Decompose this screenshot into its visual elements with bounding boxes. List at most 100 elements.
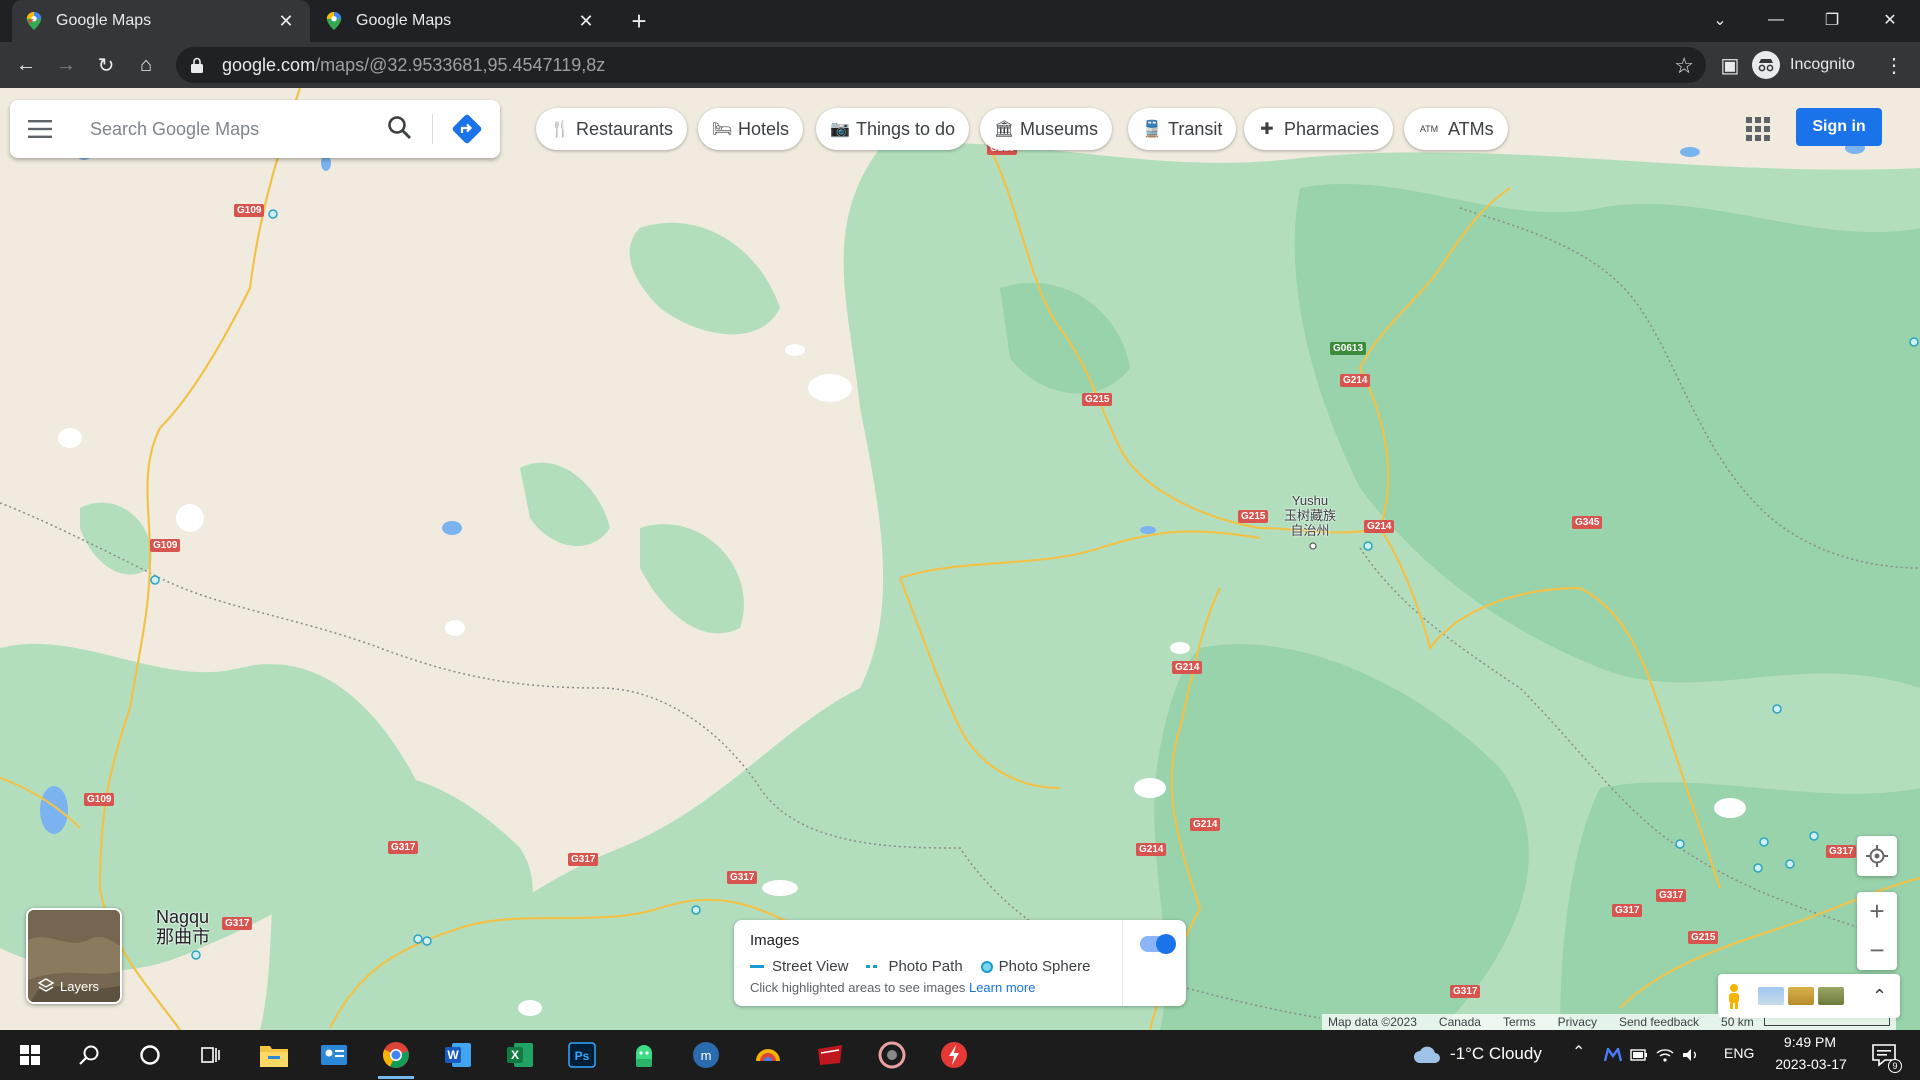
road-label-g317: G317 <box>1826 845 1857 858</box>
green-robot-app-icon[interactable] <box>624 1035 664 1075</box>
chip-museums[interactable]: 🏛 Museums <box>980 108 1113 150</box>
windows-start-icon[interactable] <box>10 1035 50 1075</box>
bookmark-star-icon[interactable]: ☆ <box>1674 53 1694 79</box>
divider <box>432 114 433 144</box>
incognito-profile[interactable]: Incognito <box>1752 48 1855 82</box>
clock-time[interactable]: 9:49 PM <box>1770 1034 1850 1050</box>
window-close-button[interactable]: ✕ <box>1862 0 1918 40</box>
search-icon[interactable] <box>386 114 414 142</box>
cloudy-weather-icon[interactable] <box>1410 1035 1444 1075</box>
images-legend: Street View Photo Path Photo Sphere <box>750 958 1090 975</box>
privacy-link[interactable]: Privacy <box>1558 1015 1597 1029</box>
map-canvas[interactable]: G109 G109 G109 G109 G215 G215 G215 G0613… <box>0 88 1920 1030</box>
show-hidden-icons-chevron-icon[interactable]: ⌃ <box>1572 1042 1585 1062</box>
chip-pharmacies[interactable]: ✚ Pharmacies <box>1244 108 1394 150</box>
imagery-thumbnail[interactable] <box>1758 987 1784 1005</box>
task-view-icon[interactable] <box>190 1035 230 1075</box>
expand-chevron-icon[interactable]: ⌃ <box>1872 986 1887 1007</box>
country-link[interactable]: Canada <box>1439 1015 1481 1029</box>
chip-things-to-do[interactable]: 📷 Things to do <box>816 108 970 150</box>
address-bar[interactable]: google.com/maps/@32.9533681,95.4547119,8… <box>176 47 1706 83</box>
blue-m-app-icon[interactable]: m <box>686 1035 726 1075</box>
wifi-icon[interactable] <box>1652 1035 1678 1075</box>
word-icon[interactable]: W <box>438 1035 478 1075</box>
speaker-icon[interactable] <box>1678 1035 1704 1075</box>
media-player-icon[interactable] <box>872 1035 912 1075</box>
road-label-g317: G317 <box>727 871 758 884</box>
layers-label-row: Layers <box>38 978 99 994</box>
road-label-g317: G317 <box>388 841 419 854</box>
file-explorer-icon[interactable] <box>254 1035 294 1075</box>
atm-icon: ATM <box>1419 124 1439 134</box>
chrome-icon[interactable] <box>376 1035 416 1079</box>
directions-icon[interactable] <box>450 112 484 146</box>
battery-icon[interactable] <box>1626 1035 1652 1075</box>
minimize-button[interactable]: — <box>1748 0 1804 40</box>
weather-text[interactable]: -1°C Cloudy <box>1450 1044 1542 1064</box>
hamburger-menu-icon[interactable] <box>10 100 70 158</box>
side-panel-icon[interactable]: ▣ <box>1714 49 1746 81</box>
svg-text:Ps: Ps <box>575 1049 590 1063</box>
forward-button[interactable]: → <box>50 49 82 81</box>
imagery-thumbnail[interactable] <box>1818 987 1844 1005</box>
imagery-thumbnail[interactable] <box>1788 987 1814 1005</box>
chip-restaurants[interactable]: 🍴 Restaurants <box>536 108 688 150</box>
red-game-app-icon[interactable] <box>810 1035 850 1075</box>
chip-label: Restaurants <box>576 118 674 139</box>
svg-text:X: X <box>511 1048 519 1062</box>
camera-icon: 📷 <box>830 121 850 138</box>
road-label-g214: G214 <box>1364 520 1395 533</box>
learn-more-link[interactable]: Learn more <box>969 980 1035 995</box>
back-button[interactable]: ← <box>10 49 42 81</box>
place-label-nagqu[interactable]: Nagqu 那曲市 <box>156 907 210 947</box>
road-label-g109: G109 <box>84 793 115 806</box>
sign-in-button[interactable]: Sign in <box>1796 108 1882 146</box>
browser-tab-active[interactable]: Google Maps ✕ <box>12 0 310 42</box>
contacts-app-icon[interactable] <box>314 1035 354 1075</box>
my-location-button[interactable] <box>1857 836 1897 876</box>
language-indicator[interactable]: ENG <box>1724 1045 1754 1061</box>
chip-transit[interactable]: 🚆 Transit <box>1128 108 1237 150</box>
scale-label[interactable]: 50 km <box>1721 1015 1754 1029</box>
photoshop-icon[interactable]: Ps <box>562 1035 602 1075</box>
place-label-yushu[interactable]: Yushu 玉树藏族 自治州 <box>1284 493 1336 538</box>
zoom-out-button[interactable]: − <box>1857 931 1897 970</box>
send-feedback-link[interactable]: Send feedback <box>1619 1015 1699 1029</box>
blue-m-tray-icon[interactable] <box>1600 1035 1626 1075</box>
close-icon[interactable]: ✕ <box>276 11 296 32</box>
layers-button[interactable]: Layers <box>26 908 122 1004</box>
close-icon[interactable]: ✕ <box>576 11 596 32</box>
layers-icon <box>38 978 54 992</box>
images-hint: Click highlighted areas to see images Le… <box>750 980 1035 995</box>
photo-path-label: Photo Path <box>888 958 963 975</box>
new-tab-button[interactable]: + <box>624 6 654 36</box>
chip-hotels[interactable]: 🛏 Hotels <box>698 108 804 150</box>
street-view-toggle[interactable] <box>1140 934 1176 954</box>
colorful-app-icon[interactable] <box>748 1035 788 1075</box>
search-input[interactable] <box>90 118 390 140</box>
browser-toolbar: ← → ↻ ⌂ google.com/maps/@32.9533681,95.4… <box>0 42 1920 88</box>
browser-tab[interactable]: Google Maps ✕ <box>312 0 610 42</box>
place-yushu-en: Yushu <box>1291 493 1329 508</box>
tab-search-chevron-icon[interactable]: ⌄ <box>1692 0 1748 40</box>
tab-title: Google Maps <box>56 12 152 29</box>
excel-icon[interactable]: X <box>500 1035 540 1075</box>
cortana-icon[interactable] <box>130 1035 170 1075</box>
reload-button[interactable]: ↻ <box>90 49 122 81</box>
road-label-g214: G214 <box>1172 661 1203 674</box>
incognito-icon <box>1752 51 1780 79</box>
pegman-icon[interactable] <box>1726 983 1742 1009</box>
imagery-strip[interactable]: ⌃ <box>1718 974 1900 1018</box>
restore-button[interactable]: ❐ <box>1804 0 1860 40</box>
notification-center-icon[interactable]: 9 <box>1864 1035 1904 1075</box>
terms-link[interactable]: Terms <box>1503 1015 1536 1029</box>
search-icon[interactable] <box>70 1035 110 1075</box>
chip-atms[interactable]: ATM ATMs <box>1404 108 1508 150</box>
bed-icon: 🛏 <box>712 121 733 138</box>
google-apps-icon[interactable] <box>1745 116 1771 142</box>
zoom-in-button[interactable]: + <box>1857 892 1897 931</box>
clock-date[interactable]: 2023-03-17 <box>1766 1056 1856 1072</box>
home-button[interactable]: ⌂ <box>130 49 162 81</box>
more-menu-icon[interactable]: ⋮ <box>1878 49 1910 81</box>
flash-app-icon[interactable] <box>934 1035 974 1075</box>
